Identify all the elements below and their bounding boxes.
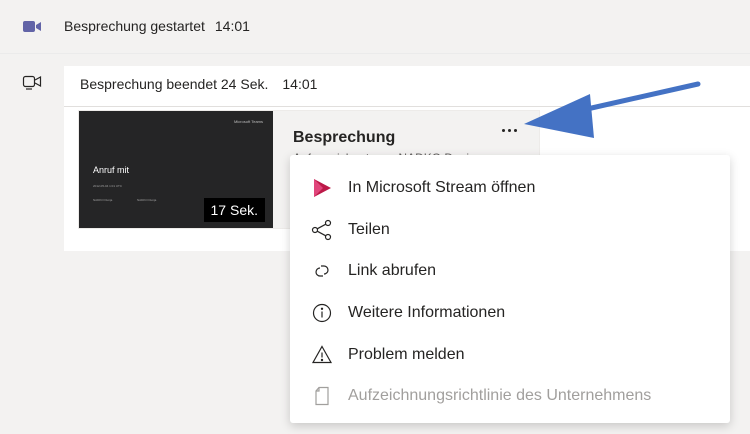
menu-item-report-problem[interactable]: Problem melden	[290, 334, 730, 376]
link-icon	[310, 259, 334, 283]
thumbnail-organizer: NADKO Dunja	[93, 198, 113, 202]
recording-duration-badge: 17 Sek.	[203, 198, 265, 222]
thumbnail-recorder: NADKO Dunja	[137, 198, 157, 202]
menu-item-get-link[interactable]: Link abrufen	[290, 250, 730, 292]
menu-item-label: In Microsoft Stream öffnen	[348, 178, 536, 196]
menu-item-share[interactable]: Teilen	[290, 209, 730, 251]
meeting-ended-duration: 24 Sek.	[220, 76, 269, 92]
video-camera-icon	[20, 15, 44, 39]
thumbnail-date: 2012-05-04 1:01 UTC	[93, 184, 123, 188]
dot	[501, 128, 505, 132]
document-icon	[310, 384, 334, 408]
warning-icon	[310, 343, 334, 367]
share-icon	[310, 218, 334, 242]
recording-thumbnail[interactable]: Microsoft Teams Anruf mit 2012-05-04 1:0…	[79, 111, 273, 228]
menu-item-recording-policy: Aufzeichnungsrichtlinie des Unternehmens	[290, 375, 730, 417]
meeting-started-row: Besprechung gestartet 14:01	[0, 0, 750, 54]
meeting-started-time: 14:01	[214, 18, 250, 34]
menu-item-more-info[interactable]: Weitere Informationen	[290, 292, 730, 334]
meeting-started-text: Besprechung gestartet 14:01	[64, 18, 250, 34]
annotation-arrow	[524, 81, 701, 138]
menu-item-label: Problem melden	[348, 345, 465, 363]
thumbnail-brand: Microsoft Teams	[233, 119, 263, 124]
meeting-ended-time: 14:01	[282, 76, 318, 92]
meeting-ended-label: Besprechung beendet	[80, 76, 217, 92]
meeting-started-label: Besprechung gestartet	[64, 18, 205, 34]
video-camera-outline-icon	[20, 70, 44, 94]
stream-icon	[310, 176, 334, 200]
menu-item-label: Teilen	[348, 220, 390, 238]
info-icon	[310, 301, 334, 325]
menu-item-label: Weitere Informationen	[348, 303, 506, 321]
thumbnail-title: Anruf mit	[93, 165, 130, 175]
context-menu: In Microsoft Stream öffnen Teilen Link a…	[290, 155, 730, 423]
meeting-ended-text: Besprechung beendet 24 Sek. 14:01	[80, 76, 317, 92]
recording-title: Besprechung	[293, 129, 396, 146]
menu-item-label: Link abrufen	[348, 262, 437, 280]
menu-item-open-in-stream[interactable]: In Microsoft Stream öffnen	[290, 167, 730, 209]
menu-item-label: Aufzeichnungsrichtlinie des Unternehmens	[348, 387, 652, 405]
